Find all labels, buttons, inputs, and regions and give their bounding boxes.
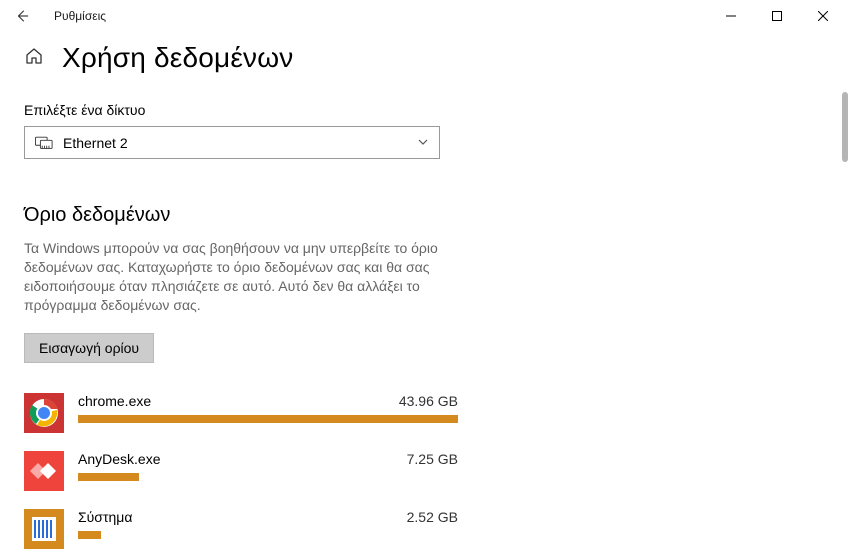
page-header: Χρήση δεδομένων [24,42,826,74]
app-usage-value: 2.52 GB [407,509,458,525]
data-limit-heading: Όριο δεδομένων [24,204,826,227]
chevron-down-icon [417,135,429,151]
close-button[interactable] [800,1,846,31]
content-area: Χρήση δεδομένων Επιλέξτε ένα δίκτυο Ethe… [0,32,850,554]
usage-bar-track [78,415,458,423]
app-icon [24,509,64,549]
app-usage-main: chrome.exe43.96 GB [78,393,458,423]
maximize-icon [772,11,782,21]
window-title: Ρυθμίσεις [54,9,106,23]
minimize-icon [726,11,736,21]
usage-bar-track [78,531,458,539]
app-name: chrome.exe [78,393,399,409]
app-icon [24,451,64,491]
app-usage-row: Σύστημα2.52 GB [24,509,826,549]
app-usage-list: chrome.exe43.96 GB AnyDesk.exe7.25 GB Σύστ… [24,393,826,549]
arrow-left-icon [15,9,29,23]
app-icon [24,393,64,433]
scroll-thumb[interactable] [842,92,848,162]
app-name: Σύστημα [78,509,407,525]
data-limit-description: Τα Windows μπορούν να σας βοηθήσουν να μ… [24,239,444,315]
usage-bar-track [78,473,458,481]
enter-limit-button[interactable]: Εισαγωγή ορίου [24,333,154,363]
network-select[interactable]: Ethernet 2 [24,126,440,159]
home-icon[interactable] [24,46,44,71]
app-usage-row: AnyDesk.exe7.25 GB [24,451,826,491]
back-button[interactable] [8,2,36,30]
usage-bar-fill [78,415,458,423]
vertical-scrollbar[interactable] [840,32,850,554]
page-title: Χρήση δεδομένων [62,42,294,74]
close-icon [818,11,828,21]
app-name: AnyDesk.exe [78,451,407,467]
minimize-button[interactable] [708,1,754,31]
titlebar: Ρυθμίσεις [0,0,850,32]
usage-bar-fill [78,473,139,481]
network-select-value: Ethernet 2 [63,135,128,151]
usage-bar-fill [78,531,101,539]
app-usage-value: 7.25 GB [407,451,458,467]
window-controls [708,1,846,31]
network-select-label: Επιλέξτε ένα δίκτυο [24,102,826,118]
app-usage-value: 43.96 GB [399,393,458,409]
app-usage-main: AnyDesk.exe7.25 GB [78,451,458,481]
ethernet-icon [35,136,53,150]
app-usage-row: chrome.exe43.96 GB [24,393,826,433]
maximize-button[interactable] [754,1,800,31]
app-usage-main: Σύστημα2.52 GB [78,509,458,539]
